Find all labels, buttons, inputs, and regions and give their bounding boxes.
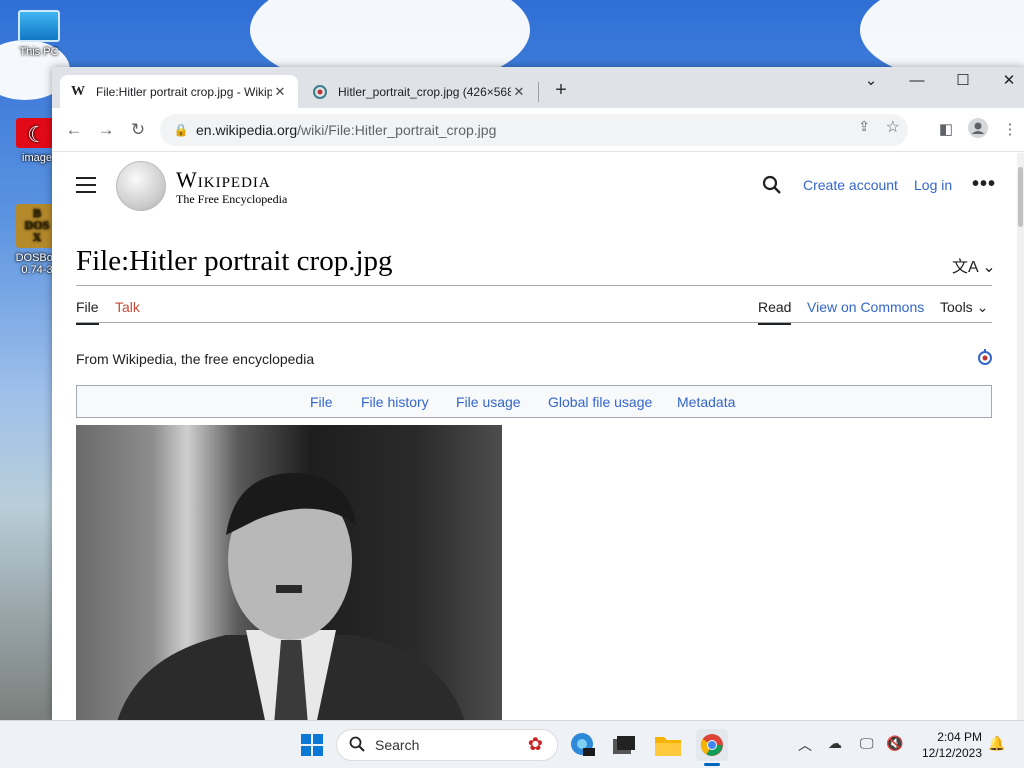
close-tab-icon[interactable]: ✕ [272,84,288,100]
desktop-icon-label: This PC [19,46,59,58]
search-placeholder: Search [375,737,420,753]
terminal-icon[interactable] [608,729,640,761]
tabs-divider [76,322,992,323]
page-scrollbar[interactable] [1017,153,1024,720]
monitor-icon [18,10,60,42]
commons-logo-icon[interactable] [977,349,993,365]
minimize-button[interactable]: — [894,67,940,97]
back-arrow-icon[interactable]: ← [62,118,86,142]
clock[interactable]: 2:04 PM 12/12/2023 [918,729,982,761]
wikipedia-globe-logo[interactable] [116,161,166,211]
toc-global-file-usage[interactable]: Global file usage [548,394,652,410]
maximize-button[interactable]: ☐ [940,67,986,97]
from-wikipedia-note: From Wikipedia, the free encyclopedia [76,351,315,367]
poinsettia-icon: ✿ [527,734,543,754]
create-account-link[interactable]: Create account [803,177,898,193]
url-path: /wiki/File:Hitler_portrait_crop.jpg [297,122,497,138]
portrait-image[interactable] [76,425,502,720]
log-in-link[interactable]: Log in [914,177,952,193]
title-divider [76,285,992,286]
close-tab-icon[interactable]: ✕ [511,84,527,100]
active-app-indicator [704,763,720,766]
tab-tools[interactable]: Tools ⌄ [940,299,988,316]
lock-icon: 🔒 [173,123,189,137]
main-menu-icon[interactable] [76,177,96,193]
onedrive-offline-icon[interactable]: ☁ [828,735,842,752]
network-icon[interactable]: 🖵 [860,735,874,752]
more-options-icon[interactable]: ••• [972,173,996,196]
commons-favicon-icon [312,84,328,100]
browser-window: W File:Hitler portrait crop.jpg - Wikipe… [52,67,1024,720]
tab-talk[interactable]: Talk [115,299,140,315]
browser-menu-icon[interactable]: ⋮ [998,118,1022,142]
tab-wikipedia-file[interactable]: W File:Hitler portrait crop.jpg - Wikipe… [60,75,298,108]
tab-title: File:Hitler portrait crop.jpg - Wikipedi… [96,84,272,99]
wikipedia-page: Wikipedia The Free Encyclopedia Create a… [52,153,1017,720]
file-explorer-icon[interactable] [652,729,684,761]
tab-view-on-commons[interactable]: View on Commons [807,299,924,315]
scrollbar-thumb[interactable] [1018,167,1023,227]
browser-toolbar: ← → ↻ 🔒 en.wikipedia.org/wiki/File:Hitle… [52,108,1024,152]
new-tab-button[interactable]: + [549,79,573,103]
start-windows-icon[interactable] [296,729,328,761]
tab-search-icon[interactable]: ⌄ [848,67,894,97]
toc-file[interactable]: File [310,394,333,410]
tray-overflow-chevron-icon[interactable]: ︿ [798,735,812,755]
clock-date: 12/12/2023 [921,746,982,760]
reload-icon[interactable]: ↻ [126,118,150,142]
profile-avatar-icon[interactable] [966,118,990,142]
url-host: en.wikipedia.org [196,122,298,138]
toc-file-history[interactable]: File history [361,394,429,410]
clock-time: 2:04 PM [937,730,982,744]
wiki-header: Wikipedia The Free Encyclopedia Create a… [52,153,1017,219]
address-bar[interactable]: 🔒 en.wikipedia.org/wiki/File:Hitler_port… [160,114,908,146]
side-panel-icon[interactable]: ◧ [934,118,958,142]
share-icon[interactable]: ⇪ [858,118,870,135]
tab-image-view[interactable]: Hitler_portrait_crop.jpg (426×568) ✕ [302,75,537,108]
wordmark-text: Wikipedia [176,167,271,192]
file-toc: File File history File usage Global file… [76,385,992,418]
notification-bell-icon[interactable]: 🔔 [988,735,1005,752]
desktop-icon-label: image [22,152,52,164]
taskbar-search[interactable]: Search ✿ [336,729,558,761]
tagline-text: The Free Encyclopedia [176,192,288,206]
volume-muted-icon[interactable]: 🔇 [886,735,903,752]
toc-metadata[interactable]: Metadata [677,394,735,410]
edge-beta-icon[interactable] [566,729,598,761]
search-icon[interactable] [762,175,784,197]
tab-strip: W File:Hitler portrait crop.jpg - Wikipe… [52,67,1024,108]
wikipedia-favicon-icon: W [71,83,85,99]
forward-arrow-icon[interactable]: → [94,118,118,142]
tools-label: Tools [940,299,973,315]
tab-title: Hitler_portrait_crop.jpg (426×568) [338,84,511,99]
tab-separator [538,82,539,102]
language-icon[interactable]: 文A ⌄ [952,253,996,277]
page-title: File:Hitler portrait crop.jpg [76,245,393,277]
toc-file-usage[interactable]: File usage [456,394,521,410]
wikipedia-wordmark[interactable]: Wikipedia The Free Encyclopedia [176,167,287,207]
chrome-icon[interactable] [696,729,728,761]
taskbar: Search ✿ ︿ ☁ 🖵 🔇 2:04 PM 12/12/2023 🔔 [0,720,1024,768]
search-icon [349,736,365,755]
bookmark-star-icon[interactable]: ☆ [886,117,900,137]
desktop-icon-this-pc[interactable]: This PC [14,10,64,58]
close-window-button[interactable]: ✕ [986,67,1024,97]
